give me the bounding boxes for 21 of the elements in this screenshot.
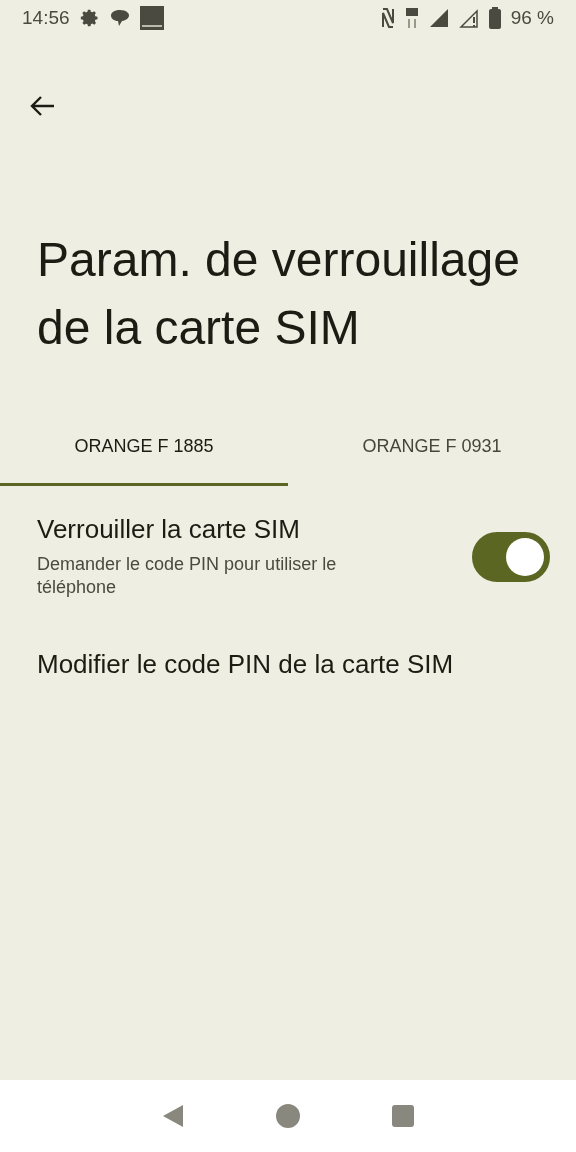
clock-time: 14:56 [22, 7, 70, 29]
sim-tab[interactable]: ORANGE F 1885 [0, 410, 288, 486]
nav-home-button[interactable] [275, 1103, 301, 1129]
network-5g-icon [404, 7, 419, 29]
nav-back-button[interactable] [161, 1103, 185, 1129]
sim-tab[interactable]: ORANGE F 0931 [288, 410, 576, 486]
battery-percent: 96 % [510, 7, 554, 29]
toggle-switch[interactable] [472, 531, 550, 582]
carrier-logo-icon [139, 6, 164, 30]
nav-recents-button[interactable] [391, 1104, 415, 1128]
battery-icon [488, 7, 501, 29]
signal-alert-icon [458, 8, 479, 28]
setting-summary: Demander le code PIN pour utiliser le téléphone [37, 553, 338, 599]
gear-icon [79, 8, 100, 28]
page-title: Param. de verrouillage de la carte SIM [37, 232, 521, 356]
chat-icon [109, 9, 130, 27]
setting-item[interactable]: Modifier le code PIN de la carte SIM [37, 649, 454, 680]
signal-icon [428, 8, 449, 28]
back-arrow-icon [29, 95, 55, 117]
nfc-icon [380, 7, 395, 29]
setting-title: Verrouiller la carte SIM [37, 514, 301, 545]
